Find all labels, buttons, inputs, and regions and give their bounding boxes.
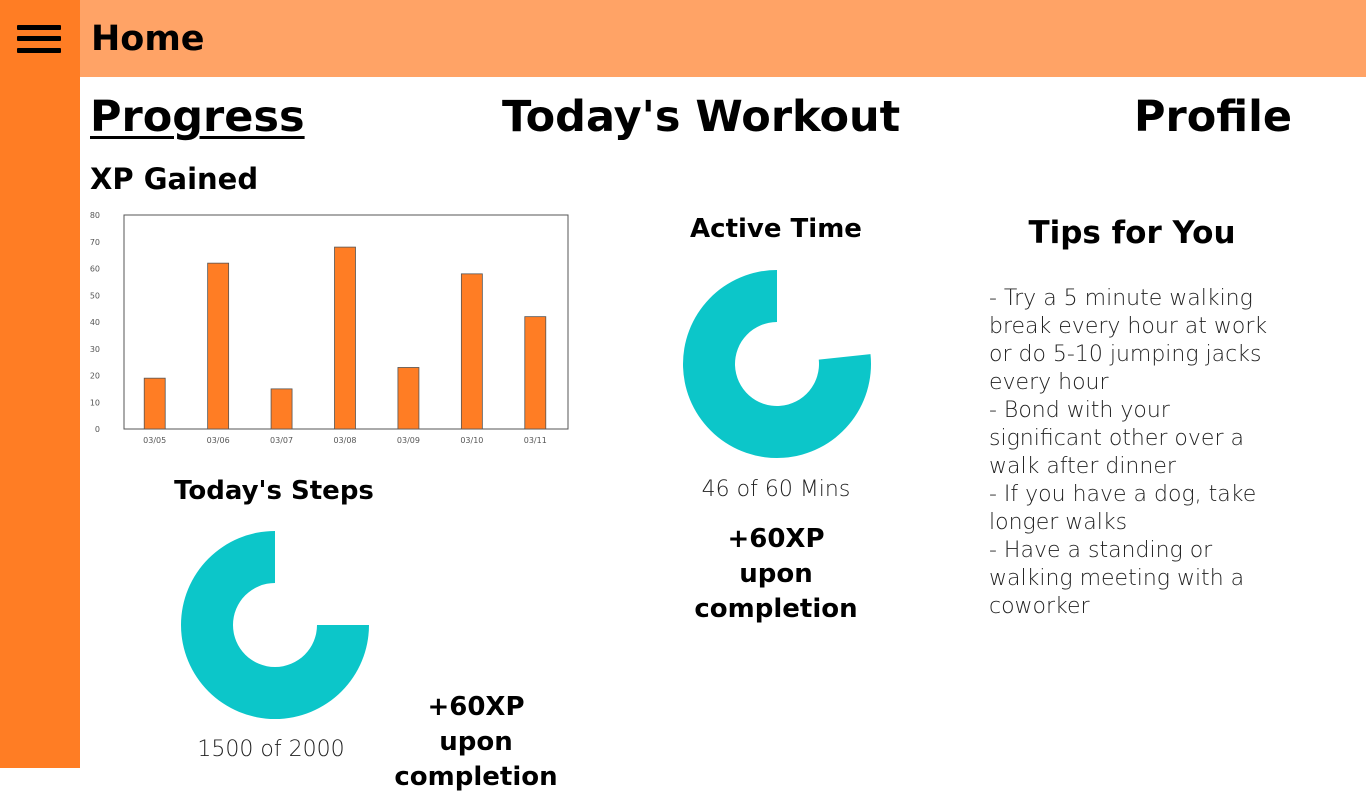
- xp-bar-03/11: [524, 316, 547, 430]
- xp-bar-03/05: [143, 377, 166, 430]
- hamburger-menu-icon[interactable]: [17, 23, 63, 57]
- y-tick-label: 20: [90, 372, 100, 381]
- steps-xp-reward-text: +60XP upon completion: [394, 692, 558, 792]
- x-tick-label: 03/07: [270, 436, 293, 445]
- x-tick-label: 03/08: [333, 436, 356, 445]
- x-tick-label: 03/06: [207, 436, 230, 445]
- steps-stat: 1500 of 2000: [197, 737, 345, 762]
- sidebar: [0, 0, 80, 768]
- xp-bar-03/10: [460, 273, 483, 430]
- top-bar: [80, 0, 1366, 77]
- xp-bar-03/09: [397, 367, 420, 430]
- active-time-stat: 46 of 60 Mins: [701, 477, 851, 502]
- y-tick-label: 30: [90, 345, 100, 354]
- x-tick-label: 03/11: [524, 436, 547, 445]
- xp-bar-03/07: [270, 388, 293, 430]
- y-tick-label: 70: [90, 238, 100, 247]
- tab-todays-workout[interactable]: Today's Workout: [502, 88, 900, 146]
- y-tick-label: 40: [90, 318, 100, 327]
- steps-progress-donut: [180, 528, 370, 722]
- xp-bar-03/06: [207, 262, 230, 430]
- page-title: Home: [91, 19, 205, 59]
- y-tick-label: 0: [95, 425, 100, 434]
- x-tick-label: 03/10: [460, 436, 483, 445]
- active-time-progress-arc: [683, 270, 871, 458]
- tab-progress[interactable]: Progress: [90, 88, 305, 146]
- tab-profile[interactable]: Profile: [1134, 88, 1292, 146]
- xp-bar-03/08: [334, 246, 356, 430]
- y-tick-label: 50: [90, 291, 100, 300]
- active-time-xp-reward-text: +60XP upon completion: [694, 524, 858, 624]
- y-tick-label: 60: [90, 265, 100, 274]
- y-tick-label: 10: [90, 398, 100, 407]
- x-tick-label: 03/09: [397, 436, 420, 445]
- active-time-progress-donut: [682, 267, 872, 461]
- x-tick-label: 03/05: [143, 436, 166, 445]
- steps-title: Today's Steps: [174, 476, 374, 506]
- active-time-xp-reward: +60XP upon completion: [676, 522, 876, 627]
- steps-xp-reward: +60XP upon completion: [376, 690, 576, 795]
- xp-chart-svg: 0 10 20 30 40 50 60 70 80 03/05 03/06 03/07 03/08 03/…: [90, 211, 569, 445]
- xp-gained-title: XP Gained: [90, 162, 259, 196]
- active-time-title: Active Time: [690, 214, 862, 244]
- steps-progress-arc: [181, 531, 369, 719]
- y-tick-label: 80: [90, 211, 100, 220]
- tips-title: Tips for You: [1028, 215, 1236, 251]
- tips-list: - Try a 5 minute walking break every hou…: [989, 286, 1268, 619]
- xp-bar-chart: 0 10 20 30 40 50 60 70 80 03/05 03/06 03/07 03/08 03/…: [80, 205, 580, 455]
